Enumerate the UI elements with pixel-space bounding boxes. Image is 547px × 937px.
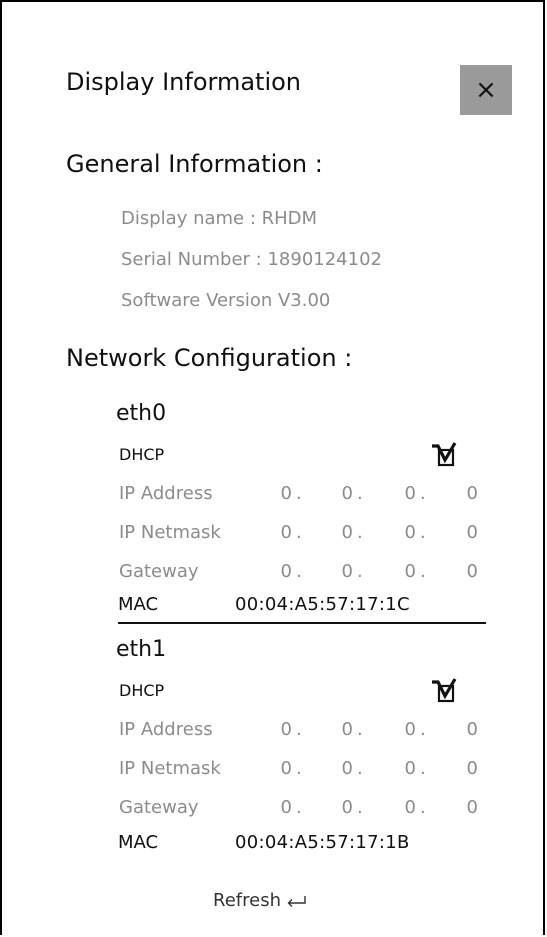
ip-octet-3[interactable]: 0	[386, 719, 416, 740]
gateway-octet-3[interactable]: 0	[386, 797, 416, 818]
display-name-text: Display name : RHDM	[121, 208, 318, 229]
octet-separator: .	[296, 719, 302, 740]
gateway-octet-1[interactable]: 0	[262, 561, 292, 582]
ip-octet-3[interactable]: 0	[386, 483, 416, 504]
octet-separator: .	[357, 758, 363, 779]
close-button[interactable]: ×	[460, 65, 512, 115]
octet-separator: .	[296, 561, 302, 582]
software-version-text: Software Version V3.00	[121, 290, 331, 311]
octet-separator: .	[420, 758, 426, 779]
octet-separator: .	[420, 797, 426, 818]
mac-label: MAC	[118, 594, 159, 615]
ip-netmask-label: IP Netmask	[119, 522, 221, 543]
netmask-octet-1[interactable]: 0	[262, 522, 292, 543]
dhcp-checkbox[interactable]	[430, 678, 458, 704]
gateway-label: Gateway	[119, 797, 199, 818]
refresh-button[interactable]: Refresh	[213, 890, 307, 911]
interface-name: eth1	[116, 637, 167, 662]
netmask-octet-4[interactable]: 0	[448, 522, 478, 543]
ip-octet-1[interactable]: 0	[262, 483, 292, 504]
ip-octet-4[interactable]: 0	[448, 483, 478, 504]
octet-separator: .	[420, 561, 426, 582]
octet-separator: .	[420, 483, 426, 504]
octet-separator: .	[357, 719, 363, 740]
interface-divider	[118, 622, 486, 624]
interface-name: eth0	[116, 401, 167, 426]
dialog-title: Display Information	[66, 68, 302, 96]
enter-arrow-icon	[287, 895, 306, 907]
ip-octet-4[interactable]: 0	[448, 719, 478, 740]
netmask-octet-3[interactable]: 0	[386, 758, 416, 779]
ip-address-label: IP Address	[119, 719, 213, 740]
network-configuration-heading: Network Configuration :	[66, 344, 353, 372]
gateway-octet-2[interactable]: 0	[323, 561, 353, 582]
netmask-octet-2[interactable]: 0	[323, 758, 353, 779]
gateway-octet-4[interactable]: 0	[448, 797, 478, 818]
netmask-octet-1[interactable]: 0	[262, 758, 292, 779]
netmask-octet-4[interactable]: 0	[448, 758, 478, 779]
octet-separator: .	[296, 522, 302, 543]
dhcp-checkbox[interactable]	[430, 442, 458, 468]
gateway-label: Gateway	[119, 561, 199, 582]
octet-separator: .	[420, 522, 426, 543]
dhcp-label: DHCP	[119, 445, 165, 464]
octet-separator: .	[357, 522, 363, 543]
checkbox-checked-icon	[432, 678, 457, 703]
gateway-octet-1[interactable]: 0	[262, 797, 292, 818]
netmask-octet-2[interactable]: 0	[323, 522, 353, 543]
checkbox-checked-icon	[432, 442, 457, 467]
ip-address-label: IP Address	[119, 483, 213, 504]
gateway-octet-4[interactable]: 0	[448, 561, 478, 582]
octet-separator: .	[357, 561, 363, 582]
ip-octet-2[interactable]: 0	[323, 483, 353, 504]
mac-value: 00:04:A5:57:17:1B	[235, 832, 410, 853]
ip-netmask-label: IP Netmask	[119, 758, 221, 779]
close-icon: ×	[475, 75, 497, 105]
gateway-octet-2[interactable]: 0	[323, 797, 353, 818]
octet-separator: .	[357, 797, 363, 818]
dhcp-label: DHCP	[119, 681, 165, 700]
refresh-label: Refresh	[213, 890, 281, 911]
gateway-octet-3[interactable]: 0	[386, 561, 416, 582]
ip-octet-1[interactable]: 0	[262, 719, 292, 740]
octet-separator: .	[296, 758, 302, 779]
octet-separator: .	[420, 719, 426, 740]
mac-value: 00:04:A5:57:17:1C	[235, 594, 410, 615]
serial-number-text: Serial Number : 1890124102	[121, 249, 382, 270]
octet-separator: .	[296, 483, 302, 504]
ip-octet-2[interactable]: 0	[323, 719, 353, 740]
octet-separator: .	[357, 483, 363, 504]
octet-separator: .	[296, 797, 302, 818]
mac-label: MAC	[118, 832, 159, 853]
netmask-octet-3[interactable]: 0	[386, 522, 416, 543]
general-information-heading: General Information :	[66, 150, 323, 178]
dialog-frame	[0, 0, 545, 935]
